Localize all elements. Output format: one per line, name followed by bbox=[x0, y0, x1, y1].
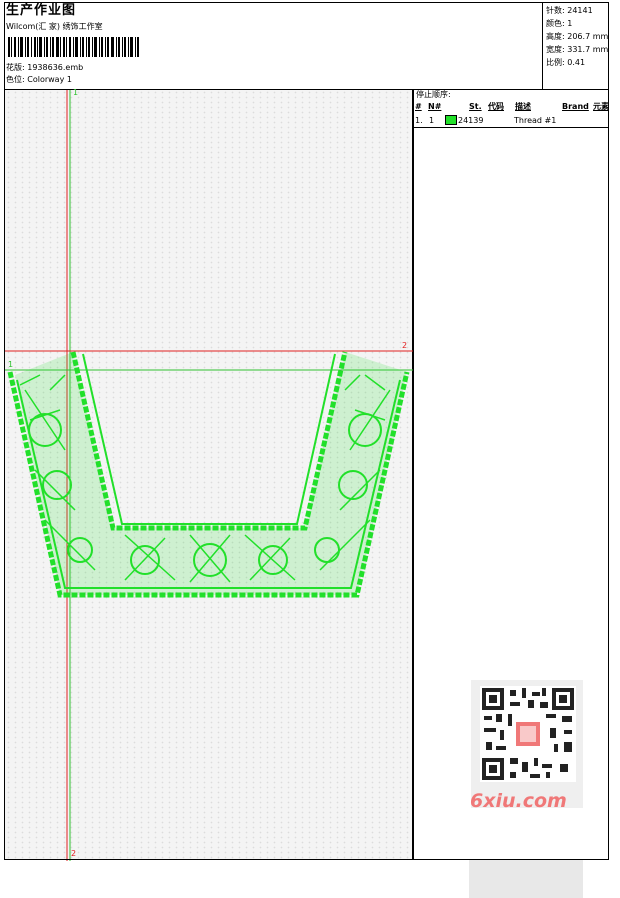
colorway: 色位: Colorway 1 bbox=[6, 75, 72, 85]
col-header-brand: Brand bbox=[562, 102, 589, 111]
col-header-needle: N# bbox=[428, 102, 442, 111]
company-name: Wilcom(汇 家) 绣饰工作室 bbox=[6, 22, 103, 31]
bottom-border bbox=[4, 859, 609, 860]
barcode-icon bbox=[8, 37, 139, 57]
embroidery-design bbox=[7, 351, 410, 598]
design-file-value: 1938636.emb bbox=[27, 63, 84, 72]
col-header-stops: St. bbox=[469, 102, 482, 111]
col-header-description: 描述 bbox=[515, 102, 531, 111]
page-title: 生产作业图 bbox=[6, 3, 77, 18]
design-file: 花版: 1938636.emb bbox=[6, 63, 83, 73]
guide-label-left: 1 bbox=[8, 360, 14, 369]
row-divider bbox=[414, 127, 608, 128]
row-needle: 1 bbox=[429, 116, 435, 125]
guide-label-right: 2 bbox=[402, 341, 408, 350]
stat-scale: 比例: 0.41 bbox=[546, 58, 586, 67]
guide-label-bottom: 2 bbox=[71, 849, 77, 858]
col-header-element: 元素 bbox=[593, 102, 609, 111]
stat-width: 宽度: 331.7 mm bbox=[546, 45, 609, 54]
watermark-text: 6xiu.com bbox=[470, 790, 567, 812]
design-file-label: 花版: bbox=[6, 63, 25, 72]
col-header-code: 代码 bbox=[488, 102, 504, 111]
production-sheet: 生产作业图 Wilcom(汇 家) 绣饰工作室 花版: 1938636.emb … bbox=[0, 0, 620, 898]
stat-stitches: 针数: 24141 bbox=[546, 6, 593, 15]
col-header-index: # bbox=[415, 102, 422, 111]
stat-height: 高度: 206.7 mm bbox=[546, 32, 609, 41]
colorway-value: Colorway 1 bbox=[27, 75, 72, 84]
design-canvas: 1 2 1 2 bbox=[4, 88, 583, 898]
thread-color-swatch bbox=[445, 115, 457, 125]
guide-label-top: 1 bbox=[73, 88, 79, 97]
stop-sequence-title: 停止顺序: bbox=[416, 90, 451, 99]
colorway-label: 色位: bbox=[6, 75, 25, 84]
stat-colors: 颜色: 1 bbox=[546, 19, 573, 28]
row-index: 1. bbox=[415, 116, 423, 125]
row-description: Thread #1 bbox=[514, 116, 557, 125]
row-code: 24139 bbox=[458, 116, 484, 125]
qr-code-icon bbox=[480, 686, 576, 782]
embroidery-preview bbox=[5, 90, 414, 861]
